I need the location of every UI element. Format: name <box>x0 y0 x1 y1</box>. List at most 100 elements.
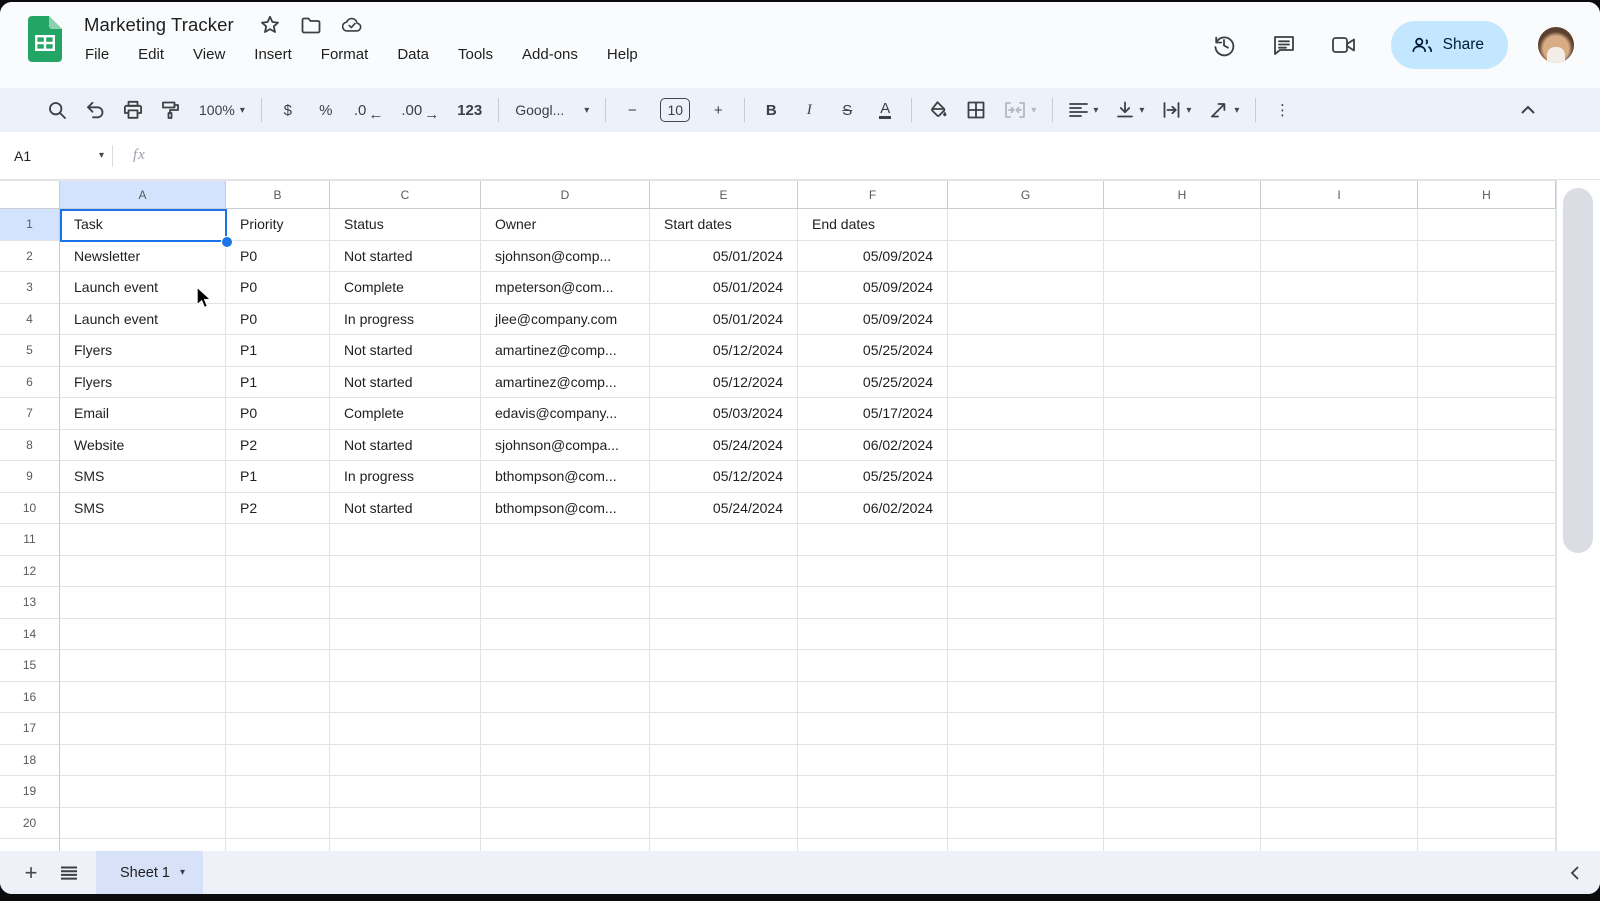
cell-G10[interactable] <box>948 493 1104 525</box>
col-header-G-6[interactable]: G <box>948 181 1104 209</box>
cell-I20[interactable] <box>1261 808 1418 840</box>
cell-H16[interactable] <box>1418 682 1556 714</box>
text-rotation-button[interactable]: ▾ <box>1203 95 1245 125</box>
menu-tools[interactable]: Tools <box>457 44 494 65</box>
cell-D16[interactable] <box>481 682 650 714</box>
cell-B1[interactable]: Priority <box>226 209 330 241</box>
cell-I16[interactable] <box>1261 682 1418 714</box>
cell-B15[interactable] <box>226 650 330 682</box>
row-header-6[interactable]: 6 <box>0 367 60 399</box>
cell-C2[interactable]: Not started <box>330 241 481 273</box>
cell-A16[interactable] <box>60 682 226 714</box>
print-button[interactable] <box>117 95 149 125</box>
row-header-15[interactable]: 15 <box>0 650 60 682</box>
cell-B17[interactable] <box>226 713 330 745</box>
cell-A13[interactable] <box>60 587 226 619</box>
font-family-button[interactable]: Googl...▾ <box>509 95 595 125</box>
account-avatar[interactable] <box>1538 27 1574 63</box>
cell-H5[interactable] <box>1418 335 1556 367</box>
cell-E2[interactable]: 05/01/2024 <box>650 241 798 273</box>
cell-F20[interactable] <box>798 808 948 840</box>
cell-H9[interactable] <box>1104 461 1261 493</box>
cell-B19[interactable] <box>226 776 330 808</box>
cell-H15[interactable] <box>1418 650 1556 682</box>
menu-format[interactable]: Format <box>320 44 370 65</box>
menu-add-ons[interactable]: Add-ons <box>521 44 579 65</box>
cell-H3[interactable] <box>1104 272 1261 304</box>
cell-G13[interactable] <box>948 587 1104 619</box>
name-box[interactable]: A1 ▾ <box>0 148 104 164</box>
cell-C20[interactable] <box>330 808 481 840</box>
cell-D8[interactable]: sjohnson@compa... <box>481 430 650 462</box>
format-percent-button[interactable]: % <box>310 95 342 125</box>
vertical-scrollbar-thumb[interactable] <box>1563 188 1593 553</box>
add-sheet-button[interactable]: + <box>12 851 50 894</box>
decrease-decimal-button[interactable]: .0← <box>348 95 390 125</box>
cell-H9[interactable] <box>1418 461 1556 493</box>
cell-H18[interactable] <box>1104 745 1261 777</box>
row-header-5[interactable]: 5 <box>0 335 60 367</box>
menu-data[interactable]: Data <box>396 44 430 65</box>
row-header-16[interactable]: 16 <box>0 682 60 714</box>
cell-C5[interactable]: Not started <box>330 335 481 367</box>
cell-B7[interactable]: P0 <box>226 398 330 430</box>
cell-D17[interactable] <box>481 713 650 745</box>
cell-E15[interactable] <box>650 650 798 682</box>
cell-A19[interactable] <box>60 776 226 808</box>
cell-E13[interactable] <box>650 587 798 619</box>
cell-E10[interactable]: 05/24/2024 <box>650 493 798 525</box>
cell-E14[interactable] <box>650 619 798 651</box>
cell-D15[interactable] <box>481 650 650 682</box>
cell-H15[interactable] <box>1104 650 1261 682</box>
cell-F7[interactable]: 05/17/2024 <box>798 398 948 430</box>
cell-E9[interactable]: 05/12/2024 <box>650 461 798 493</box>
cell-A9[interactable]: SMS <box>60 461 226 493</box>
cell-H4[interactable] <box>1104 304 1261 336</box>
cell-A6[interactable]: Flyers <box>60 367 226 399</box>
cell-I3[interactable] <box>1261 272 1418 304</box>
cell-F6[interactable]: 05/25/2024 <box>798 367 948 399</box>
cell-F19[interactable] <box>798 776 948 808</box>
cell-D13[interactable] <box>481 587 650 619</box>
cloud-check-icon[interactable] <box>342 15 362 35</box>
cell-I14[interactable] <box>1261 619 1418 651</box>
row-header-19[interactable]: 19 <box>0 776 60 808</box>
vertical-scrollbar[interactable] <box>1556 180 1600 853</box>
col-header-E-4[interactable]: E <box>650 181 798 209</box>
cell-I12[interactable] <box>1261 556 1418 588</box>
format-currency-button[interactable]: $ <box>272 95 304 125</box>
cell-F18[interactable] <box>798 745 948 777</box>
cell-I2[interactable] <box>1261 241 1418 273</box>
undo-button[interactable] <box>79 95 111 125</box>
cell-G3[interactable] <box>948 272 1104 304</box>
cell-B6[interactable]: P1 <box>226 367 330 399</box>
cell-E8[interactable]: 05/24/2024 <box>650 430 798 462</box>
cell-E12[interactable] <box>650 556 798 588</box>
cell-G18[interactable] <box>948 745 1104 777</box>
cell-I4[interactable] <box>1261 304 1418 336</box>
cell-A1[interactable]: Task <box>60 209 226 241</box>
cell-C1[interactable]: Status <box>330 209 481 241</box>
cell-F17[interactable] <box>798 713 948 745</box>
sheets-logo-icon[interactable] <box>28 16 62 62</box>
vertical-align-button[interactable]: ▾ <box>1110 95 1150 125</box>
cell-E4[interactable]: 05/01/2024 <box>650 304 798 336</box>
cell-E6[interactable]: 05/12/2024 <box>650 367 798 399</box>
cell-H1[interactable] <box>1418 209 1556 241</box>
cell-F11[interactable] <box>798 524 948 556</box>
cell-D5[interactable]: amartinez@comp... <box>481 335 650 367</box>
cell-G2[interactable] <box>948 241 1104 273</box>
cell-B4[interactable]: P0 <box>226 304 330 336</box>
cell-F3[interactable]: 05/09/2024 <box>798 272 948 304</box>
cell-G6[interactable] <box>948 367 1104 399</box>
menu-file[interactable]: File <box>84 44 110 65</box>
cell-H2[interactable] <box>1104 241 1261 273</box>
cell-C19[interactable] <box>330 776 481 808</box>
cell-D4[interactable]: jlee@company.com <box>481 304 650 336</box>
cell-B18[interactable] <box>226 745 330 777</box>
increase-decimal-button[interactable]: .00→ <box>395 95 445 125</box>
fill-color-button[interactable] <box>922 95 954 125</box>
cell-H20[interactable] <box>1104 808 1261 840</box>
cell-D18[interactable] <box>481 745 650 777</box>
cell-B16[interactable] <box>226 682 330 714</box>
